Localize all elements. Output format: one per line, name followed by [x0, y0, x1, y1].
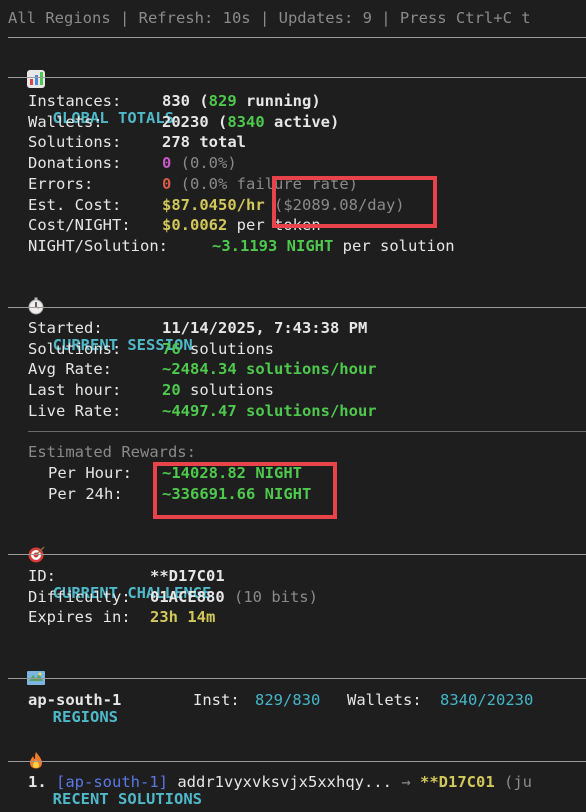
solution-index: 1. — [28, 773, 47, 791]
last-hour-row: 20 solutions — [162, 380, 274, 401]
costnight-label: Cost/NIGHT: — [28, 216, 131, 234]
solution-challenge: **D17C01 — [420, 773, 495, 791]
difficulty-bits: (10 bits) — [224, 588, 318, 606]
last-hour-label: Last hour: — [28, 381, 122, 399]
wallets-value: 20230 — [162, 113, 209, 131]
highlight-box — [272, 176, 437, 228]
donations-value-row: 0 (0.0%) — [162, 153, 237, 174]
stopwatch-icon — [27, 297, 45, 315]
night-per-solution-label: NIGHT/Solution: — [28, 237, 168, 255]
status-bar: All Regions | Refresh: 10s | Updates: 9 … — [8, 9, 531, 27]
cost-value: $87.0450/hr — [162, 196, 265, 214]
instances-value-row: 830 (829 running) — [162, 91, 321, 112]
per-hour-label: Per Hour: — [48, 464, 132, 482]
divider — [8, 761, 586, 762]
label: Instances: — [28, 92, 122, 110]
region-wallets-value: 8340/20230 — [440, 691, 534, 709]
suffix: solutions — [180, 340, 274, 358]
solutions-value: 278 total — [162, 133, 246, 151]
cost-label: Est. Cost: — [28, 196, 122, 214]
wallets-row: Wallets: — [28, 112, 103, 133]
donations-pct: (0.0%) — [171, 154, 237, 172]
session-solutions-label: Solutions: — [28, 340, 122, 358]
nps-suffix: per solution — [333, 237, 455, 255]
regions-header: REGIONS — [8, 648, 118, 727]
instances-running: 829 — [208, 92, 237, 110]
solutions-label: Solutions: — [28, 133, 122, 151]
divider — [8, 77, 586, 78]
costnight-value: $0.0062 — [162, 216, 228, 234]
arrow-icon: → — [401, 773, 411, 791]
region-wallets-label: Wallets: — [347, 691, 422, 709]
instances-row: Instances: — [28, 91, 121, 112]
divider — [8, 554, 586, 555]
expires-value: 23h 14m — [150, 608, 216, 626]
difficulty-label: Difficulty: — [28, 588, 131, 606]
wallets-active: 8340 — [227, 113, 265, 131]
divider — [8, 37, 586, 38]
label: Wallets: — [28, 113, 103, 131]
donations-value: 0 — [162, 154, 172, 172]
errors-value: 0 — [162, 175, 172, 193]
started-value: 11/14/2025, 7:43:38 PM — [162, 319, 368, 337]
paren: ( — [190, 92, 209, 110]
suffix: solutions — [180, 381, 274, 399]
errors-label: Errors: — [28, 175, 94, 193]
avg-rate-label: Avg Rate: — [28, 360, 112, 378]
id-label: ID: — [28, 567, 56, 585]
divider — [8, 307, 586, 308]
per-24h-label: Per 24h: — [48, 485, 123, 503]
wallets-value-row: 20230 (8340 active) — [162, 112, 339, 133]
session-solutions-row: 76 solutions — [162, 339, 274, 360]
paren: running) — [236, 92, 321, 110]
region-inst-label: Inst: — [193, 691, 240, 709]
solution-address: addr1vyxvksvjx5xxhqy... — [177, 773, 392, 791]
live-rate-value: ~4497.47 solutions/hour — [162, 402, 377, 420]
solution-row: 1. [ap-south-1] addr1vyxvksvjx5xxhqy... … — [28, 772, 532, 793]
difficulty-value: 01ACE880 — [150, 588, 225, 606]
donations-label: Donations: — [28, 154, 122, 172]
estimated-rewards-label: Estimated Rewards: — [28, 443, 196, 461]
started-label: Started: — [28, 319, 103, 337]
paren: active) — [264, 113, 340, 131]
divider — [28, 431, 586, 432]
highlight-box — [153, 462, 337, 519]
recent-solutions-header: RECENT SOLUTIONS — [8, 730, 202, 809]
nps-value: ~3.1193 NIGHT — [212, 237, 334, 255]
region-inst-value: 829/830 — [255, 691, 321, 709]
avg-rate-value: ~2484.34 solutions/hour — [162, 360, 377, 378]
live-rate-label: Live Rate: — [28, 402, 122, 420]
divider — [8, 678, 586, 679]
solution-tail: (ju — [494, 773, 532, 791]
expires-label: Expires in: — [28, 608, 131, 626]
region-name: ap-south-1 — [28, 691, 122, 709]
bar-chart-icon — [26, 69, 45, 88]
paren: ( — [208, 113, 228, 131]
fire-icon — [27, 751, 45, 769]
id-value: **D17C01 — [150, 567, 225, 585]
instances-value: 830 — [162, 92, 190, 110]
last-hour-value: 20 — [162, 381, 181, 399]
session-solutions-value: 76 — [162, 340, 181, 358]
difficulty-row: 01ACE880 (10 bits) — [150, 587, 318, 608]
night-per-solution-row: ~3.1193 NIGHT per solution — [212, 236, 455, 257]
solution-region: [ap-south-1] — [56, 773, 168, 791]
